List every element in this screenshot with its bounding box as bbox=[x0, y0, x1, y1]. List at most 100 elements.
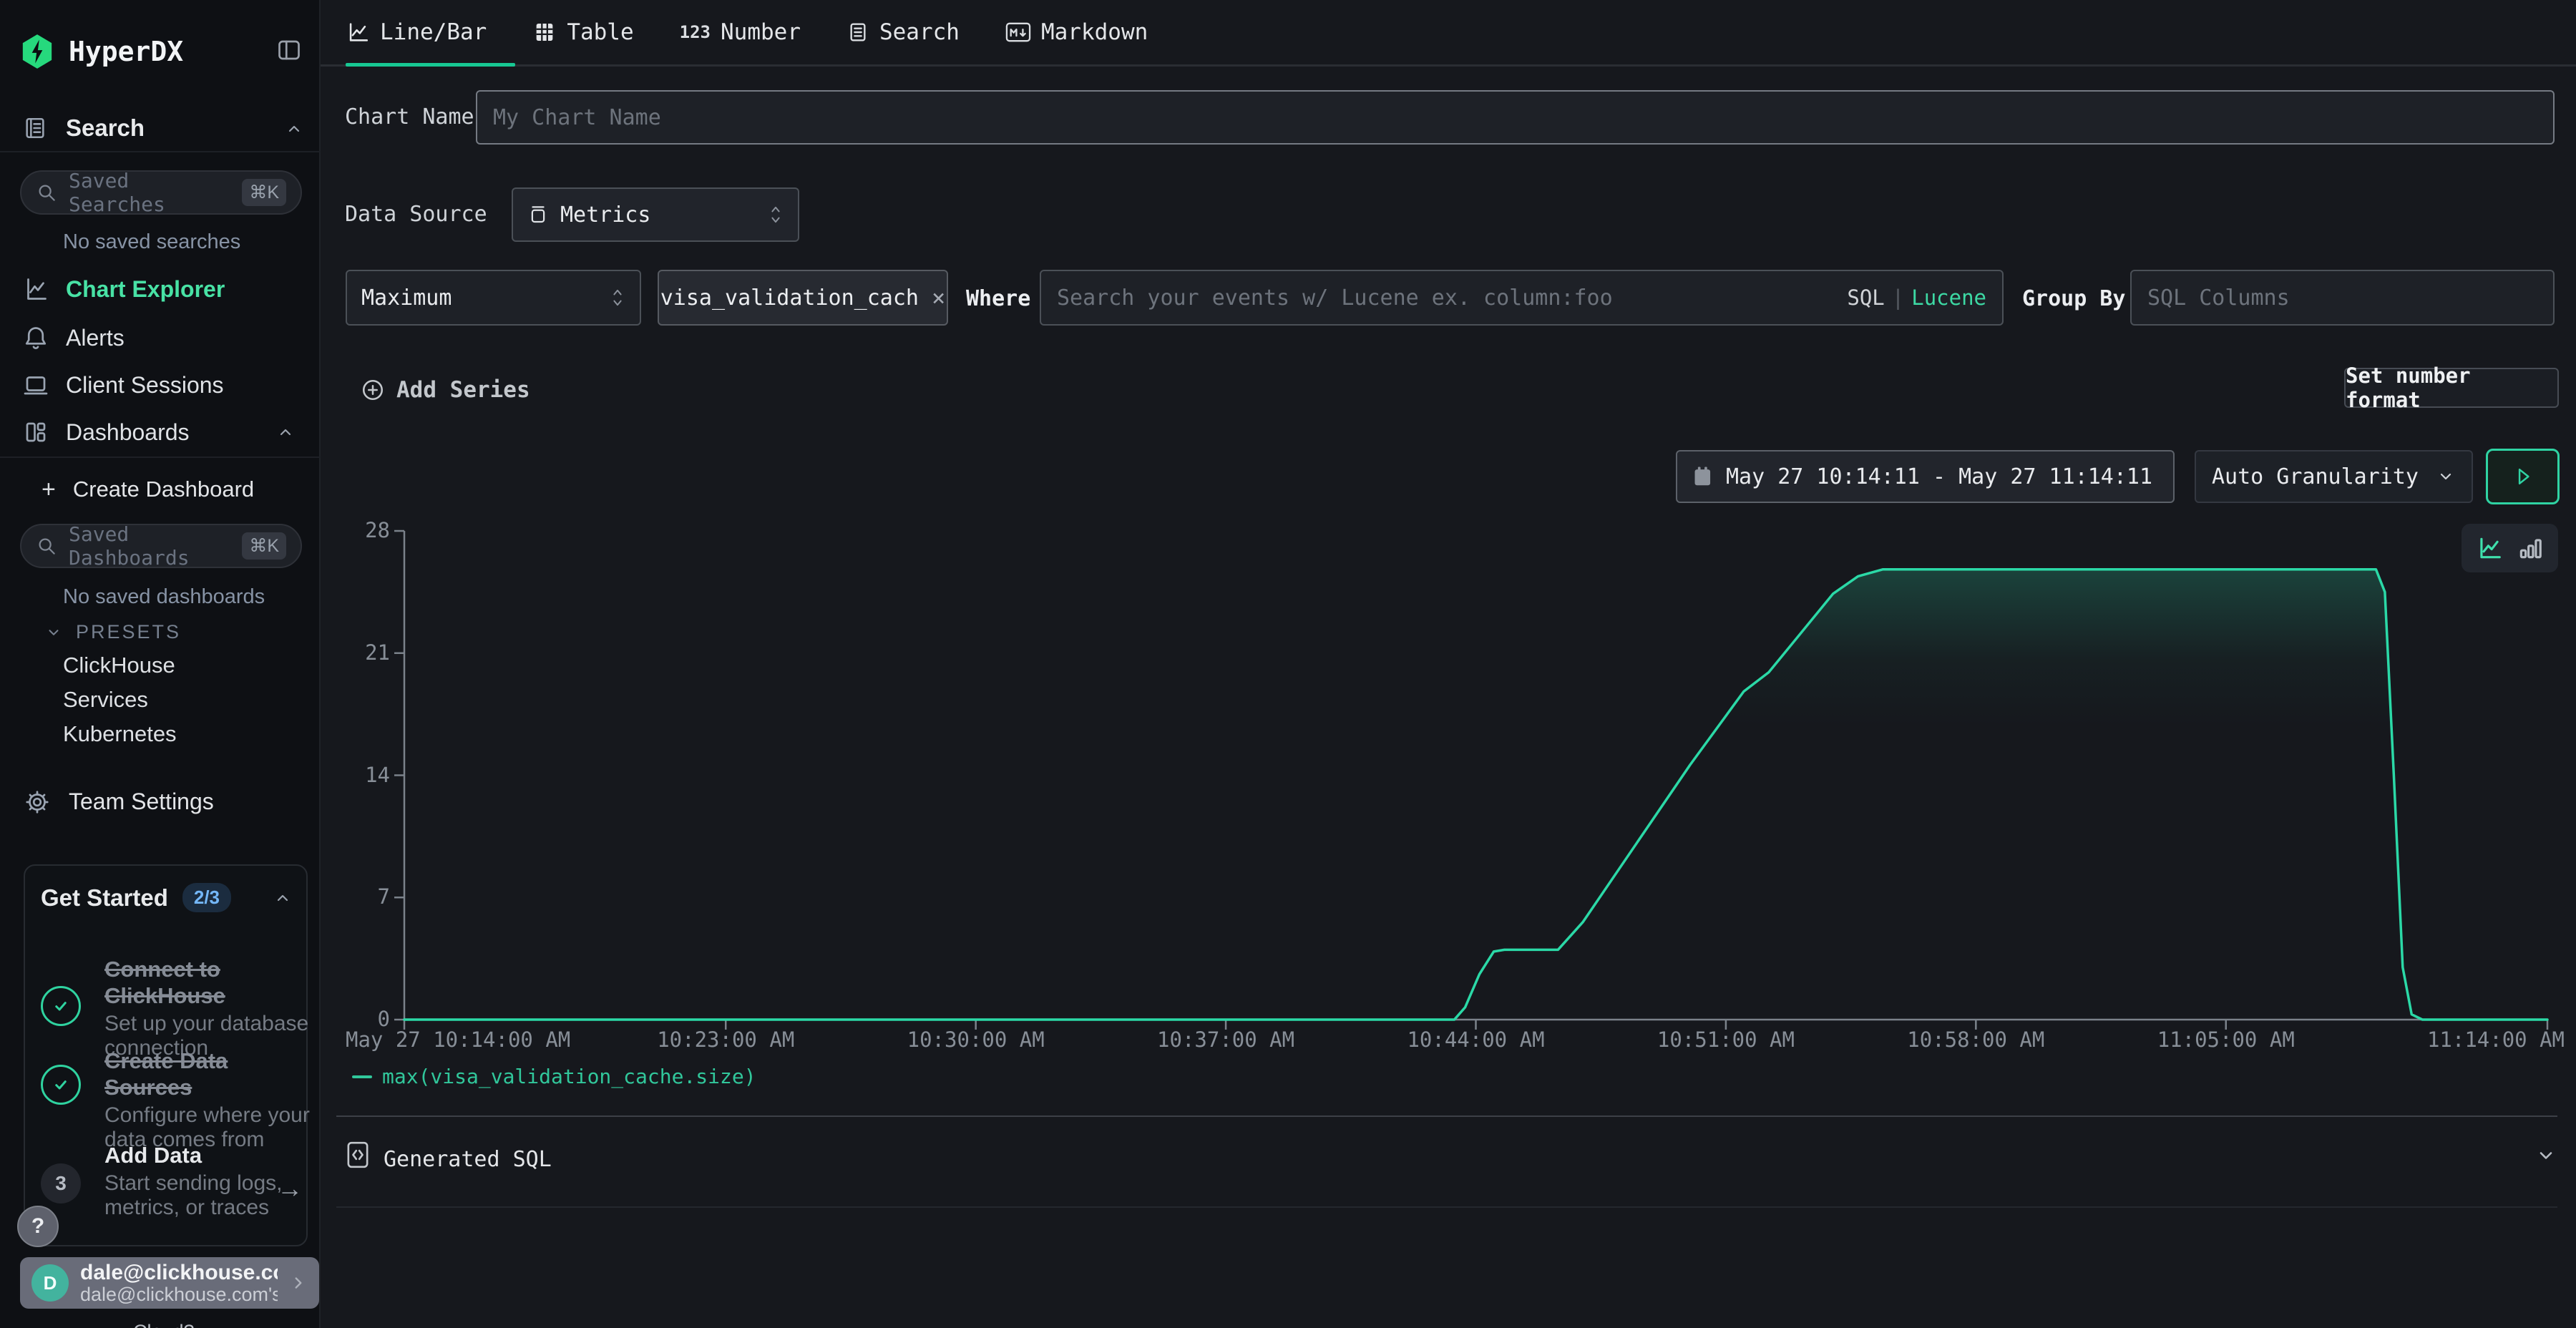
legend-label: max(visa_validation_cache.size) bbox=[382, 1065, 756, 1088]
saved-dashboards-input[interactable]: Saved Dashboards ⌘K bbox=[20, 524, 302, 568]
tab-line-bar[interactable]: Line/Bar bbox=[346, 0, 487, 64]
line-chart[interactable] bbox=[404, 531, 2547, 1020]
tab-markdown[interactable]: Markdown bbox=[1005, 0, 1148, 64]
logo[interactable]: HyperDX bbox=[21, 34, 183, 69]
sidebar-item-team-settings[interactable]: Team Settings bbox=[24, 788, 214, 815]
chart-name-field[interactable] bbox=[493, 105, 2537, 130]
user-subtitle: dale@clickhouse.com's bbox=[80, 1284, 278, 1305]
get-started-item-datasources[interactable]: Create Data Sources Configure where your… bbox=[41, 1048, 313, 1152]
tab-label: Line/Bar bbox=[380, 19, 487, 45]
run-query-button[interactable] bbox=[2486, 449, 2560, 504]
sidebar-item-dashboards[interactable]: Dashboards bbox=[0, 412, 321, 452]
search-icon bbox=[36, 182, 57, 203]
generated-sql-section[interactable]: Generated SQL bbox=[321, 1127, 2576, 1183]
get-started-progress-badge: 2/3 bbox=[182, 883, 231, 912]
tab-search[interactable]: Search bbox=[847, 0, 960, 64]
y-axis-tick-label: 7 bbox=[321, 884, 390, 909]
group-by-field[interactable] bbox=[2147, 285, 2537, 311]
where-label: Where bbox=[966, 286, 1030, 311]
search-section-label: Search bbox=[66, 114, 145, 142]
aggregation-select[interactable]: Maximum bbox=[346, 270, 641, 326]
x-axis-labels: May 27 10:14:00 AM10:23:00 AM10:30:00 AM… bbox=[404, 1027, 2547, 1056]
x-axis-tick-label: 10:30:00 AM bbox=[869, 1027, 1083, 1052]
sidebar-item-client-sessions[interactable]: Client Sessions bbox=[0, 365, 321, 405]
help-button[interactable]: ? bbox=[17, 1206, 59, 1247]
dashboards-label: Dashboards bbox=[66, 419, 190, 446]
database-icon bbox=[527, 203, 549, 226]
section-divider bbox=[336, 1115, 2557, 1117]
where-field[interactable] bbox=[1057, 285, 1840, 311]
select-chevrons-icon bbox=[768, 203, 784, 226]
user-email: dale@clickhouse.com bbox=[80, 1261, 278, 1284]
saved-searches-placeholder: Saved Searches bbox=[69, 169, 230, 216]
presets-header[interactable]: PRESETS bbox=[44, 621, 181, 643]
active-tab-indicator bbox=[346, 63, 515, 67]
team-settings-label: Team Settings bbox=[69, 788, 214, 815]
preset-services[interactable]: Services bbox=[63, 687, 148, 713]
data-source-label: Data Source bbox=[345, 202, 487, 227]
set-number-format-label: Set number format bbox=[2346, 363, 2557, 412]
legend-swatch bbox=[352, 1075, 372, 1078]
x-axis-tick-label: 10:37:00 AM bbox=[1118, 1027, 1333, 1052]
preset-clickhouse[interactable]: ClickHouse bbox=[63, 653, 175, 678]
add-series-button[interactable]: Add Series bbox=[361, 368, 530, 411]
tab-label: Search bbox=[879, 19, 960, 45]
get-started-item-add-data[interactable]: 3 Add Data Start sending logs, metrics, … bbox=[41, 1142, 313, 1220]
step-number-badge: 3 bbox=[41, 1163, 81, 1204]
client-sessions-laptop-icon bbox=[23, 372, 49, 398]
metric-field-token[interactable]: visa_validation_cach × bbox=[658, 270, 948, 326]
play-icon bbox=[2512, 465, 2534, 488]
tab-table[interactable]: Table bbox=[532, 0, 633, 64]
partial-bottom-text[interactable]: Cloud? bbox=[133, 1321, 195, 1328]
dashboards-collapse-chevron-icon[interactable] bbox=[275, 424, 296, 441]
chart-legend[interactable]: max(visa_validation_cache.size) bbox=[352, 1065, 756, 1088]
tab-label: Number bbox=[721, 19, 801, 45]
check-circle-icon bbox=[41, 1065, 81, 1105]
get-started-title: Get Started bbox=[41, 884, 168, 912]
markdown-icon bbox=[1005, 21, 1031, 43]
search-collapse-chevron-icon[interactable] bbox=[283, 120, 305, 137]
sidebar-section-search[interactable]: Search bbox=[23, 114, 145, 142]
granularity-select[interactable]: Auto Granularity bbox=[2195, 450, 2473, 503]
where-input[interactable]: SQL | Lucene bbox=[1040, 270, 2004, 326]
alerts-label: Alerts bbox=[66, 325, 125, 351]
x-axis-tick-label: 10:58:00 AM bbox=[1868, 1027, 2083, 1052]
y-axis-tick-label: 28 bbox=[321, 518, 390, 542]
data-source-select[interactable]: Metrics bbox=[512, 187, 799, 242]
get-started-collapse-chevron-icon[interactable] bbox=[272, 889, 293, 907]
saved-dashboards-placeholder: Saved Dashboards bbox=[69, 522, 230, 570]
tab-label: Markdown bbox=[1041, 19, 1148, 45]
collapse-sidebar-icon[interactable] bbox=[276, 37, 302, 63]
sql-toggle[interactable]: SQL bbox=[1847, 285, 1884, 310]
saved-searches-input[interactable]: Saved Searches ⌘K bbox=[20, 170, 302, 215]
x-axis-tick-label: 10:23:00 AM bbox=[618, 1027, 833, 1052]
saved-searches-shortcut: ⌘K bbox=[242, 179, 286, 206]
remove-metric-icon[interactable]: × bbox=[932, 284, 945, 311]
create-dashboard-label: Create Dashboard bbox=[73, 477, 254, 502]
tab-number[interactable]: 123 Number bbox=[680, 0, 801, 64]
calendar-icon bbox=[1692, 465, 1713, 488]
aggregation-value: Maximum bbox=[361, 285, 598, 311]
create-dashboard-button[interactable]: + Create Dashboard bbox=[0, 469, 321, 509]
get-started-item-title: Create Data Sources bbox=[104, 1048, 313, 1100]
sidebar-item-chart-explorer[interactable]: Chart Explorer bbox=[0, 269, 321, 309]
lucene-toggle[interactable]: Lucene bbox=[1911, 285, 1986, 310]
chart-name-input[interactable] bbox=[476, 90, 2555, 145]
get-started-item-connect[interactable]: Connect to ClickHouse Set up your databa… bbox=[41, 956, 313, 1060]
user-menu[interactable]: D dale@clickhouse.com dale@clickhouse.co… bbox=[20, 1257, 319, 1309]
sidebar-item-alerts[interactable]: Alerts bbox=[0, 318, 321, 358]
get-started-panel: Get Started 2/3 Connect to ClickHouse Se… bbox=[24, 864, 308, 1246]
group-by-input[interactable] bbox=[2130, 270, 2555, 326]
arrow-right-icon: → bbox=[277, 1173, 303, 1204]
y-axis-labels: 07142128 bbox=[321, 531, 390, 1020]
number-123-icon: 123 bbox=[680, 22, 711, 42]
date-range-picker[interactable]: May 27 10:14:11 - May 27 11:14:11 bbox=[1676, 450, 2175, 503]
no-saved-searches-text: No saved searches bbox=[63, 230, 240, 254]
get-started-header[interactable]: Get Started 2/3 bbox=[41, 883, 293, 912]
metric-token-label: visa_validation_cach bbox=[660, 285, 919, 311]
expand-sql-chevron-icon[interactable] bbox=[2534, 1146, 2557, 1166]
chart-type-tabs: Line/Bar Table 123 Number bbox=[346, 0, 1148, 64]
preset-kubernetes[interactable]: Kubernetes bbox=[63, 721, 177, 747]
chevron-right-icon bbox=[289, 1272, 308, 1294]
set-number-format-button[interactable]: Set number format bbox=[2344, 368, 2559, 408]
